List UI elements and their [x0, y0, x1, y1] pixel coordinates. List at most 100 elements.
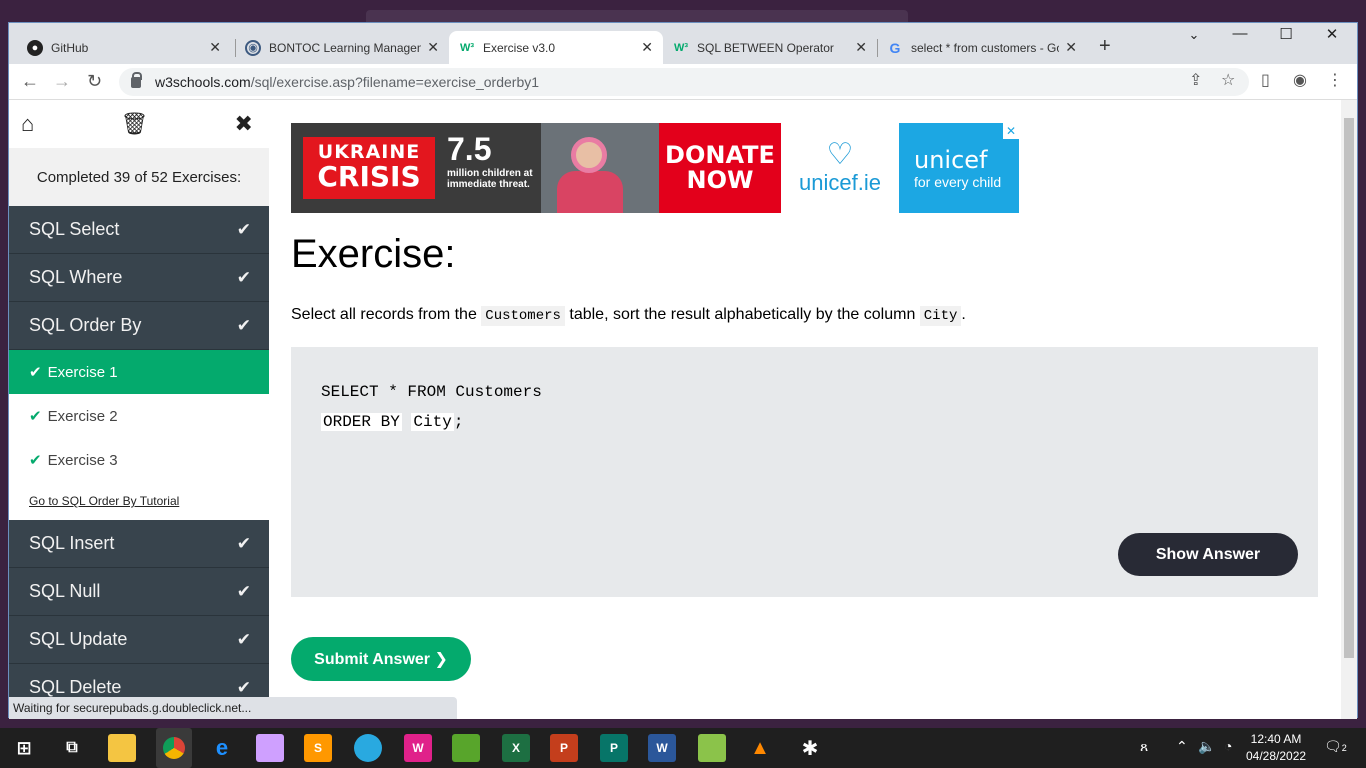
app-icon[interactable] — [354, 734, 382, 762]
excel-icon[interactable]: X — [502, 734, 530, 762]
submit-answer-button[interactable]: Submit Answer ❯ — [291, 637, 471, 681]
answer-input-city[interactable]: City — [411, 413, 454, 431]
sublime-text-icon[interactable]: S — [304, 734, 332, 762]
google-icon: G — [889, 39, 901, 56]
answer-input-order-by[interactable]: ORDER BY — [321, 413, 402, 431]
share-icon[interactable]: ⇪ — [1189, 70, 1202, 90]
file-explorer-icon[interactable] — [108, 734, 136, 762]
clock-time: 12:40 AM — [1250, 732, 1302, 746]
code-semicolon: ; — [453, 413, 464, 431]
sidebar-exercise-3[interactable]: ✔ Exercise 3 — [9, 438, 269, 482]
ad-tagline: for every child — [914, 174, 1002, 190]
profile-avatar-icon[interactable]: ◉ — [1293, 70, 1307, 90]
desc-code-city: City — [919, 306, 962, 326]
tab-exercise[interactable]: W³ Exercise v3.0 ✕ — [449, 31, 663, 64]
sidebar-category-sql-where[interactable]: SQL Where ✔ — [9, 254, 269, 302]
advertisement-banner[interactable]: UKRAINE CRISIS 7.5 million children at i… — [291, 123, 1019, 213]
task-view-icon[interactable]: ⧉ — [58, 734, 86, 762]
category-label: SQL Select — [29, 219, 120, 239]
sidebar-category-sql-update[interactable]: SQL Update ✔ — [9, 616, 269, 664]
exercise-sidebar: ⌂ 🗑 ✖ Completed 39 of 52 Exercises: SQL … — [9, 100, 269, 719]
powerpoint-icon[interactable]: P — [550, 734, 578, 762]
volume-icon[interactable]: 🔈 — [1198, 738, 1215, 755]
home-icon[interactable]: ⌂ — [21, 111, 34, 137]
sidebar-category-sql-order-by[interactable]: SQL Order By ✔ — [9, 302, 269, 350]
taskbar-clock[interactable]: 12:40 AM 04/28/2022 — [1246, 731, 1306, 765]
windows-taskbar: ⊞ ⧉ e S W X P P W ▲ ✱ ጸ ⌃ 🔈 ◔ 12:40 AM 0… — [0, 728, 1366, 768]
menu-kebab-icon[interactable]: ⋮ — [1327, 70, 1343, 90]
sidebar-exercise-1[interactable]: ✔ Exercise 1 — [9, 350, 269, 394]
forward-arrow-icon[interactable]: → — [53, 71, 71, 92]
wifi-icon[interactable]: ◔ — [1224, 738, 1232, 754]
word-icon[interactable]: W — [648, 734, 676, 762]
minimize-icon[interactable]: — — [1217, 25, 1263, 42]
category-label: SQL Update — [29, 629, 128, 649]
notepad-icon[interactable] — [452, 734, 480, 762]
exercise-label: Exercise 1 — [47, 363, 118, 381]
close-tab-icon[interactable]: ✕ — [1065, 39, 1077, 56]
close-window-icon[interactable]: ✕ — [1309, 25, 1355, 43]
people-icon[interactable]: ጸ — [1140, 738, 1148, 755]
category-label: SQL Order By — [29, 315, 142, 335]
lock-icon[interactable] — [131, 71, 142, 88]
sidebar-toolbar: ⌂ 🗑 ✖ — [9, 100, 269, 148]
python-installer-icon[interactable] — [256, 734, 284, 762]
moodle-icon: ◉ — [245, 39, 261, 56]
slack-icon[interactable]: ✱ — [796, 734, 824, 762]
maximize-icon[interactable]: ☐ — [1263, 25, 1309, 43]
close-icon[interactable]: ✖ — [235, 111, 253, 137]
checkmark-icon: ✔ — [29, 364, 42, 381]
ad-statistic: 7.5 million children at immediate threat… — [447, 131, 537, 190]
ad-badge-line2: CRISIS — [317, 160, 421, 193]
exercise-description: Select all records from the Customers ta… — [291, 306, 966, 326]
checkmark-icon: ✔ — [236, 267, 251, 287]
show-answer-button[interactable]: Show Answer — [1118, 533, 1298, 576]
tab-google-search[interactable]: G select * from customers - Go ✕ — [877, 31, 1087, 64]
ad-close-icon[interactable]: ✕ — [1003, 123, 1019, 139]
reload-icon[interactable]: ↻ — [87, 71, 102, 92]
tab-bontoc[interactable]: ◉ BONTOC Learning Managem ✕ — [235, 31, 449, 64]
notification-icon[interactable]: 🗨2 — [1324, 738, 1347, 755]
chrome-icon[interactable] — [156, 728, 192, 768]
browser-toolbar: ← → ↻ w3schools.com/sql/exercise.asp?fil… — [9, 64, 1357, 100]
ad-donate-line2: NOW — [686, 166, 754, 194]
url-host: w3schools.com — [155, 74, 251, 90]
new-tab-plus-icon[interactable]: + — [1099, 35, 1111, 58]
desc-text: Select all records from the — [291, 306, 482, 323]
page-scrollbar[interactable] — [1341, 100, 1357, 719]
publisher-icon[interactable]: P — [600, 734, 628, 762]
tab-search-chevron-icon[interactable]: ⌄ — [1171, 27, 1217, 43]
browser-window: ● GitHub ✕ ◉ BONTOC Learning Managem ✕ W… — [8, 22, 1358, 719]
tutorial-link[interactable]: Go to SQL Order By Tutorial — [9, 482, 269, 520]
exercise-label: Exercise 2 — [47, 407, 118, 425]
tab-sql-between[interactable]: W³ SQL BETWEEN Operator ✕ — [663, 31, 877, 64]
exercise-main: UKRAINE CRISIS 7.5 million children at i… — [291, 100, 1331, 719]
app-icon[interactable] — [698, 734, 726, 762]
code-line-1: SELECT * FROM Customers — [321, 383, 542, 401]
back-arrow-icon[interactable]: ← — [21, 71, 39, 92]
close-tab-icon[interactable]: ✕ — [427, 39, 439, 56]
tab-github[interactable]: ● GitHub ✕ — [17, 31, 231, 64]
close-tab-icon[interactable]: ✕ — [855, 39, 867, 56]
side-panel-icon[interactable]: ▯ — [1261, 70, 1270, 90]
w3schools-icon: W³ — [459, 41, 475, 54]
close-tab-icon[interactable]: ✕ — [641, 39, 653, 56]
chevron-up-icon[interactable]: ⌃ — [1176, 738, 1188, 755]
sidebar-exercise-2[interactable]: ✔ Exercise 2 — [9, 394, 269, 438]
sidebar-category-sql-select[interactable]: SQL Select ✔ — [9, 206, 269, 254]
sidebar-category-sql-null[interactable]: SQL Null ✔ — [9, 568, 269, 616]
address-bar[interactable]: w3schools.com/sql/exercise.asp?filename=… — [119, 68, 1249, 96]
edge-icon[interactable]: e — [208, 734, 236, 762]
heart-cursor-icon: ♡ — [826, 138, 854, 171]
windows-start-icon[interactable]: ⊞ — [10, 734, 38, 762]
tab-title: select * from customers - Go — [911, 40, 1060, 55]
vlc-icon[interactable]: ▲ — [746, 734, 774, 762]
close-tab-icon[interactable]: ✕ — [209, 39, 221, 56]
sidebar-category-sql-insert[interactable]: SQL Insert ✔ — [9, 520, 269, 568]
notification-count: 2 — [1341, 743, 1347, 753]
bookmark-star-icon[interactable]: ☆ — [1221, 70, 1235, 90]
scrollbar-thumb[interactable] — [1344, 118, 1354, 658]
tab-title: Exercise v3.0 — [483, 40, 556, 55]
trash-icon[interactable]: 🗑 — [120, 111, 148, 137]
wamp-icon[interactable]: W — [404, 734, 432, 762]
